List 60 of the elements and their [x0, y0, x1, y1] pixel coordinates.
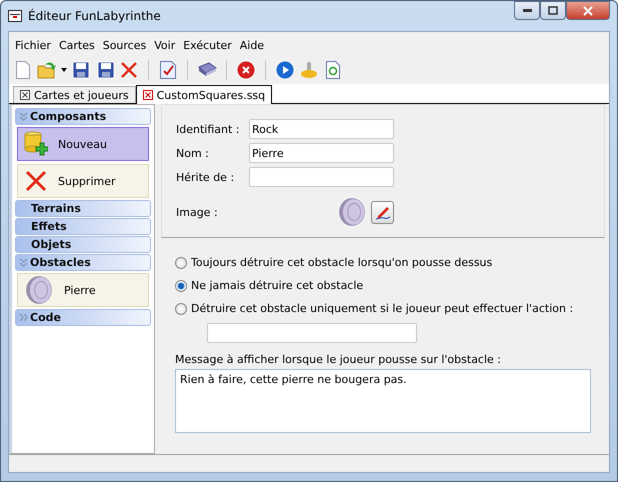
group-header[interactable]: Effets: [15, 218, 151, 235]
close-button[interactable]: [566, 1, 610, 20]
field-label: Nom :: [176, 146, 210, 160]
group-header[interactable]: Terrains: [15, 200, 151, 217]
edit-button[interactable]: [371, 200, 394, 224]
menu-item[interactable]: Exécuter: [179, 37, 236, 54]
radio-option[interactable]: Toujours détruire cet obstacle lorsqu'on pousse dessus: [175, 256, 591, 269]
close-icon: [583, 6, 593, 16]
group-header[interactable]: Obstacles: [15, 254, 151, 271]
text-field[interactable]: [249, 167, 394, 187]
menu-item[interactable]: Cartes: [54, 37, 99, 54]
group-title: Obstacles: [30, 256, 91, 269]
text-field[interactable]: Rock: [249, 119, 394, 139]
group-title: Code: [30, 311, 61, 324]
field-label: Identifiant :: [176, 122, 240, 136]
stop-icon[interactable]: [236, 60, 256, 80]
menu-item[interactable]: Voir: [150, 37, 180, 54]
text-field[interactable]: Pierre: [249, 143, 394, 163]
menu-item[interactable]: Aide: [236, 37, 268, 54]
delete-icon[interactable]: [119, 60, 139, 80]
tab[interactable]: Cartes et joueurs: [13, 86, 136, 103]
menu-item[interactable]: Fichier: [11, 37, 55, 54]
caret-icon[interactable]: [61, 68, 67, 72]
save-icon[interactable]: [71, 60, 91, 80]
radio-option[interactable]: Détruire cet obstacle uniquement si le joueur peut effectuer l'action :: [175, 302, 591, 315]
message-field[interactable]: Rien à faire, cette pierre ne bougera pas.: [175, 369, 591, 433]
maximize-button[interactable]: [540, 1, 566, 20]
new-file-icon[interactable]: [13, 60, 33, 80]
group-title: Objets: [31, 238, 72, 251]
sidebar-item[interactable]: Supprimer: [17, 164, 149, 198]
group-header[interactable]: Composants: [15, 108, 151, 125]
window-title: Éditeur FunLabyrinthe: [28, 9, 161, 23]
delete-icon: [24, 169, 48, 193]
play-icon[interactable]: [275, 60, 295, 80]
field-label: Hérite de :: [176, 170, 236, 184]
stone-icon: [337, 197, 367, 227]
action-field[interactable]: [207, 323, 417, 343]
close-icon[interactable]: [142, 90, 153, 100]
pencil-icon: [374, 204, 390, 220]
menu-item[interactable]: Sources: [98, 37, 150, 54]
stone-icon: [24, 275, 54, 305]
checklist-icon[interactable]: [158, 60, 178, 80]
field-label: Image :: [176, 204, 219, 218]
message-label: Message à afficher lorsque le joueur pousse sur l'obstacle :: [175, 353, 502, 366]
tab[interactable]: CustomSquares.ssq: [136, 85, 272, 104]
app-icon: [8, 10, 22, 22]
minimize-icon: [522, 9, 532, 12]
group-title: Composants: [30, 110, 106, 123]
close-icon[interactable]: [20, 90, 30, 100]
radio-option[interactable]: Ne jamais détruire cet obstacle: [175, 279, 591, 292]
group-title: Terrains: [31, 202, 81, 215]
group-title: Effets: [31, 220, 67, 233]
group-header[interactable]: Objets: [15, 236, 151, 253]
maximize-icon: [548, 6, 558, 15]
database-add-icon: [24, 131, 48, 157]
sidebar-item[interactable]: Nouveau: [17, 127, 149, 161]
refresh-document-icon[interactable]: [323, 60, 343, 80]
group-header[interactable]: Code: [15, 309, 151, 326]
sidebar-item[interactable]: Pierre: [17, 273, 149, 307]
minimize-button[interactable]: [514, 1, 540, 20]
